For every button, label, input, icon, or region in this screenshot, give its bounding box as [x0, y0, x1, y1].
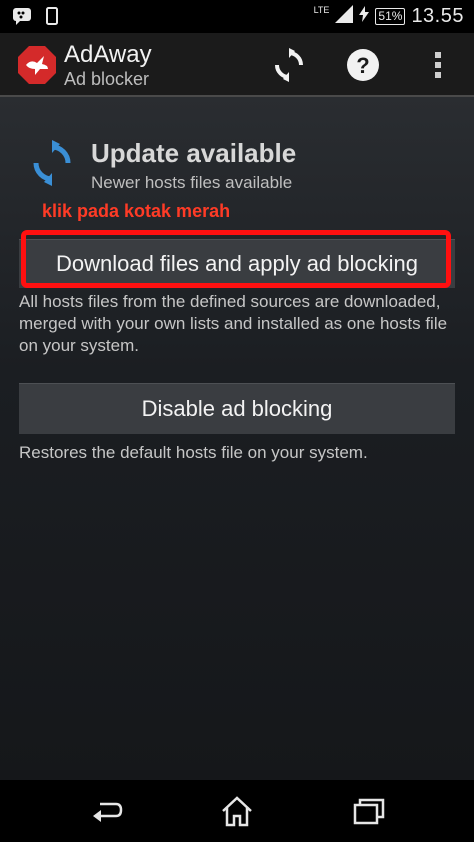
navigation-bar — [0, 780, 474, 842]
sync-icon — [30, 139, 74, 187]
annotation-text: klik pada kotak merah — [42, 201, 231, 221]
battery-icon: 51% — [375, 8, 406, 25]
clock: 13.55 — [411, 5, 464, 27]
status-bar: LTE 51% 13.55 — [0, 0, 474, 33]
home-icon[interactable] — [220, 794, 254, 828]
network-type: LTE — [313, 4, 330, 15]
app-title: AdAway — [64, 41, 152, 68]
back-icon[interactable] — [90, 794, 124, 828]
app-subtitle: Ad blocker — [64, 69, 150, 89]
main-content: Update available Newer hosts files avail… — [0, 97, 474, 780]
signal-icon — [335, 5, 354, 28]
disable-ad-blocking-button[interactable]: Disable ad blocking — [19, 383, 455, 434]
bbm-icon — [12, 7, 32, 30]
refresh-icon[interactable] — [271, 47, 307, 83]
disable-description: Restores the default hosts file on your … — [19, 443, 368, 462]
highlight-frame — [21, 230, 451, 288]
status-subtitle: Newer hosts files available — [91, 173, 293, 192]
status-title: Update available — [91, 138, 297, 168]
charging-icon — [359, 6, 370, 27]
action-bar: AdAway Ad blocker ? — [0, 33, 474, 97]
help-icon[interactable]: ? — [345, 47, 381, 83]
download-description: All hosts files from the defined sources… — [19, 292, 448, 355]
svg-text:?: ? — [356, 53, 369, 78]
adaway-logo-icon — [17, 45, 57, 85]
phone-icon — [46, 7, 58, 30]
recent-apps-icon[interactable] — [352, 794, 386, 828]
battery-level: 51% — [378, 9, 403, 23]
overflow-menu-icon[interactable] — [430, 47, 446, 83]
